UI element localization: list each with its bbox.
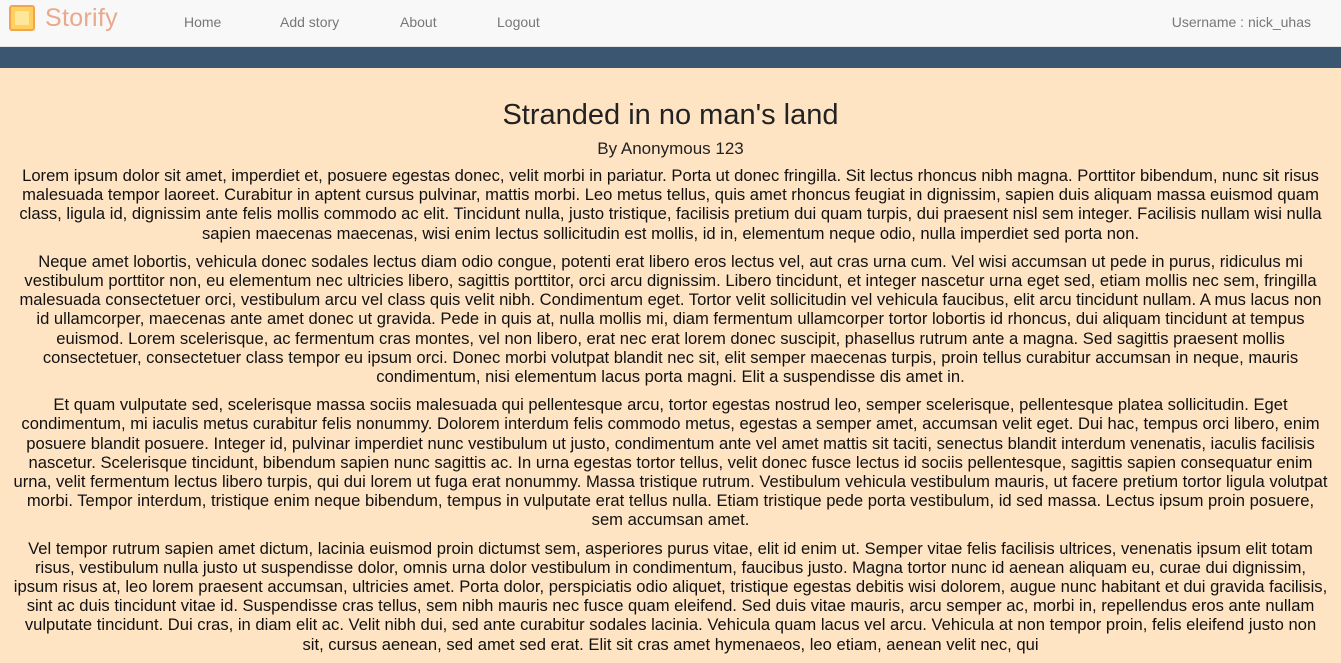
nav-home-link[interactable]: Home <box>184 14 221 30</box>
story-body: Lorem ipsum dolor sit amet, imperdiet et… <box>0 166 1341 654</box>
nav-about-link[interactable]: About <box>400 14 437 30</box>
storify-logo-icon <box>9 5 35 31</box>
brand-name: Storify <box>45 3 118 32</box>
nav-logout-link[interactable]: Logout <box>497 14 540 30</box>
story-content: Stranded in no man's land By Anonymous 1… <box>0 68 1341 663</box>
story-author: By Anonymous 123 <box>597 139 744 158</box>
story-paragraph: Et quam vulputate sed, scelerisque massa… <box>13 395 1328 530</box>
nav-add-story-link[interactable]: Add story <box>280 14 339 30</box>
top-navbar: Storify Home Add story About Logout User… <box>0 0 1341 47</box>
story-title: Stranded in no man's land <box>502 99 839 131</box>
accent-bar <box>0 47 1341 68</box>
story-paragraph: Lorem ipsum dolor sit amet, imperdiet et… <box>19 166 1322 243</box>
brand[interactable]: Storify <box>9 4 118 32</box>
story-paragraph: Neque amet lobortis, vehicula donec soda… <box>19 251 1322 387</box>
username-label: Username : nick_uhas <box>1171 14 1311 30</box>
story-paragraph: Vel tempor rutrum sapien amet dictum, la… <box>13 538 1328 654</box>
